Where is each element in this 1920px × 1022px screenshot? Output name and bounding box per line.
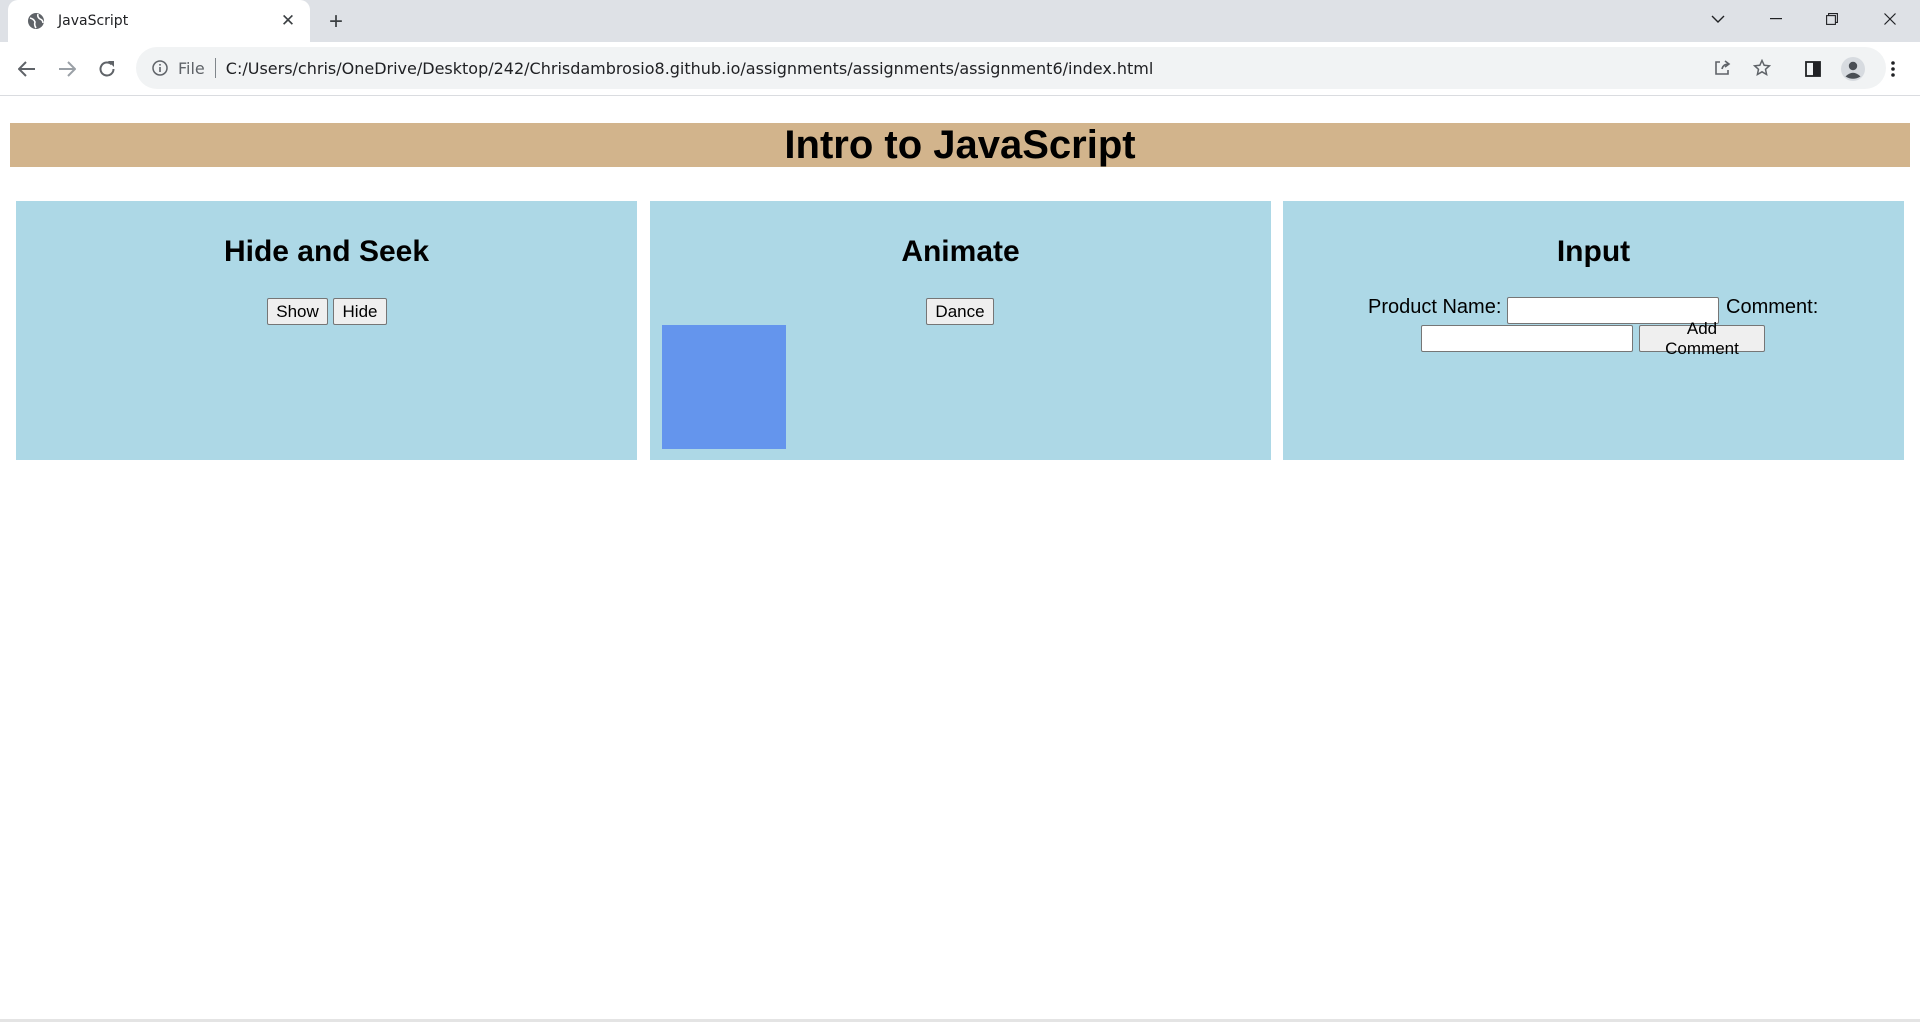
star-icon[interactable] [1746,47,1778,89]
show-button[interactable]: Show [267,298,328,325]
input-panel: Input Product Name: Comment: Add Comment [1283,201,1904,460]
side-panel-icon[interactable] [1797,53,1829,85]
kebab-menu-icon[interactable] [1877,53,1909,85]
tab-strip: JavaScript ✕ + [0,0,1920,42]
profile-icon[interactable] [1837,53,1869,85]
reload-icon[interactable] [91,53,123,85]
forward-arrow-icon[interactable] [51,53,83,85]
page-title: Intro to JavaScript [784,122,1136,167]
chip-divider [214,58,216,78]
page-viewport: Intro to JavaScript Hide and Seek Show H… [0,97,1920,1022]
plus-icon[interactable]: + [322,8,350,36]
share-icon[interactable] [1706,47,1738,89]
close-icon[interactable]: ✕ [276,9,300,33]
url-scheme-label: File [178,58,205,78]
animated-square [662,325,786,449]
minimize-icon[interactable] [1748,0,1804,38]
restore-icon[interactable] [1804,0,1860,38]
comment-field[interactable] [1421,325,1633,352]
animate-panel: Animate Dance [650,201,1271,460]
page-banner: Intro to JavaScript [10,123,1910,167]
globe-icon [26,11,46,31]
address-bar[interactable]: File C:/Users/chris/OneDrive/Desktop/242… [136,47,1886,89]
add-comment-button[interactable]: Add Comment [1639,319,1765,358]
hide-button[interactable]: Hide [333,298,387,325]
panel-heading: Input [1556,235,1631,268]
comment-label: Comment: [1726,296,1819,318]
browser-toolbar: File C:/Users/chris/OneDrive/Desktop/242… [0,42,1920,96]
chevron-down-icon[interactable] [1690,0,1746,38]
product-name-label: Product Name: [1368,296,1502,318]
panel-heading: Hide and Seek [223,235,430,268]
tab-title: JavaScript [58,13,129,29]
hide-and-seek-panel: Hide and Seek Show Hide [16,201,637,460]
close-window-icon[interactable] [1862,0,1918,38]
browser-tab[interactable]: JavaScript ✕ [8,0,310,42]
back-arrow-icon[interactable] [11,53,43,85]
info-icon[interactable] [150,58,170,78]
panel-heading: Animate [901,235,1020,268]
dance-button[interactable]: Dance [926,298,994,325]
url-text[interactable]: C:/Users/chris/OneDrive/Desktop/242/Chri… [226,59,1154,78]
